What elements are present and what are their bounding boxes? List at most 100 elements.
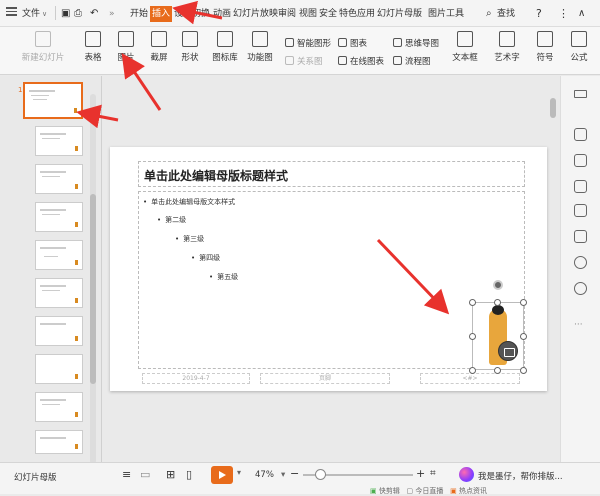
copy-icon[interactable]: [574, 128, 587, 141]
save-icon[interactable]: ▣: [61, 6, 70, 22]
new-master-button[interactable]: 新建幻灯片: [20, 31, 66, 63]
notes-icon[interactable]: ≡: [122, 468, 131, 481]
resize-handle[interactable]: [520, 367, 527, 374]
online-chart-button[interactable]: 在线图表: [338, 55, 384, 67]
tab-view[interactable]: 视图: [299, 6, 317, 22]
style-icon[interactable]: [574, 180, 587, 193]
resize-handle[interactable]: [469, 299, 476, 306]
tab-transition[interactable]: 切换: [192, 6, 210, 22]
tab-design[interactable]: 设计: [174, 6, 192, 22]
layout-thumbnail[interactable]: [35, 164, 83, 194]
more-icon[interactable]: ⋮: [558, 6, 569, 22]
camera-icon[interactable]: [498, 341, 518, 361]
zoom-dropdown-icon[interactable]: ▾: [281, 470, 285, 480]
zoom-out-button[interactable]: −: [290, 467, 299, 480]
resize-handle[interactable]: [494, 367, 501, 374]
resize-handle[interactable]: [469, 367, 476, 374]
collapse-icon[interactable]: ∧: [578, 6, 585, 22]
ribbon: 新建幻灯片 表格 图片 截屏 形状 图标库 功能图 智能图形 图表 关系图 在线…: [0, 27, 600, 75]
selected-picture[interactable]: [472, 302, 524, 370]
zoom-level[interactable]: 47%: [255, 470, 274, 480]
tab-animation[interactable]: 动画: [213, 6, 231, 22]
help-circle-icon[interactable]: [574, 282, 587, 295]
footer-date[interactable]: 2019-4-7: [142, 373, 250, 384]
more-quick-icon[interactable]: »: [109, 6, 115, 22]
more-dots-icon[interactable]: ···: [574, 320, 583, 330]
resize-handle[interactable]: [520, 299, 527, 306]
function-graph-button[interactable]: 功能图: [244, 31, 276, 63]
shape-icon: [182, 31, 198, 47]
layout-thumbnail[interactable]: [35, 202, 83, 232]
textbox-button[interactable]: 文本框: [450, 31, 480, 63]
tab-security[interactable]: 安全: [319, 6, 337, 22]
scissors-icon: [151, 31, 167, 47]
smart-art-button[interactable]: 智能图形: [285, 37, 331, 49]
wordart-button[interactable]: 艺术字: [490, 31, 524, 63]
shape-tool-icon[interactable]: [574, 154, 587, 167]
resize-handle[interactable]: [520, 333, 527, 340]
tab-home[interactable]: 开始: [130, 6, 148, 22]
help-icon[interactable]: ?: [536, 6, 542, 22]
tab-slideshow[interactable]: 幻灯片放映: [233, 6, 278, 22]
master-slide: 单击此处编辑母版标题样式 单击此处编辑母版文本样式 第二级 第三级 第四级 第五…: [110, 147, 547, 391]
body-placeholder[interactable]: 单击此处编辑母版文本样式 第二级 第三级 第四级 第五级: [138, 191, 525, 369]
layout-thumbnail[interactable]: [35, 240, 83, 270]
mindmap-button[interactable]: 思维导图: [393, 37, 439, 49]
assistant-widget[interactable]: 我是墨仔，帮你排版...: [459, 466, 589, 484]
layout-thumbnail[interactable]: [35, 126, 83, 156]
zoom-in-button[interactable]: +: [416, 467, 425, 480]
layout-thumbnail[interactable]: [35, 316, 83, 346]
flowchart-button[interactable]: 流程图: [393, 55, 431, 67]
hamburger-icon[interactable]: [6, 7, 17, 16]
play-button[interactable]: [211, 466, 233, 484]
formula-button[interactable]: 公式: [566, 31, 592, 63]
picture-button[interactable]: 图片: [113, 31, 139, 63]
normal-view-icon[interactable]: ▭: [140, 468, 150, 481]
tab-insert[interactable]: 插入: [150, 6, 173, 22]
print-icon[interactable]: ⎙: [74, 6, 82, 22]
layout-thumbnail[interactable]: [35, 392, 83, 422]
slides-scrollbar[interactable]: [90, 94, 96, 464]
tab-special[interactable]: 特色应用: [339, 6, 375, 22]
online-chart-icon: [338, 56, 347, 65]
layout-thumbnail[interactable]: [35, 278, 83, 308]
assistant-label: 我是墨仔，帮你排版...: [478, 472, 563, 482]
title-placeholder[interactable]: 单击此处编辑母版标题样式: [138, 161, 525, 187]
resize-handle[interactable]: [469, 333, 476, 340]
bullet-level-2: 第二级: [157, 215, 186, 225]
search-icon[interactable]: ⌕: [486, 6, 492, 22]
screenshot-button[interactable]: 截屏: [146, 31, 172, 63]
layout-thumbnail[interactable]: [35, 430, 83, 454]
master-thumbnail[interactable]: [23, 82, 83, 119]
play-dropdown-icon[interactable]: ▾: [237, 468, 241, 477]
file-menu[interactable]: 文件: [22, 6, 40, 22]
chevron-down-icon[interactable]: ∨: [42, 6, 47, 22]
sorter-view-icon[interactable]: ⊞: [166, 468, 175, 481]
image-tool-icon[interactable]: [574, 204, 587, 217]
canvas-scrollbar[interactable]: [549, 90, 557, 450]
share-icon[interactable]: [574, 230, 587, 243]
table-button[interactable]: 表格: [80, 31, 106, 63]
table-icon: [85, 31, 101, 47]
resize-handle[interactable]: [494, 299, 501, 306]
icon-library-button[interactable]: 图标库: [210, 31, 240, 63]
undo-icon[interactable]: ↶: [90, 6, 98, 22]
footer-text[interactable]: 页脚: [260, 373, 390, 384]
history-icon[interactable]: [574, 256, 587, 269]
rotate-handle-icon[interactable]: [493, 280, 503, 290]
chart-button[interactable]: 图表: [338, 37, 367, 49]
shape-button[interactable]: 形状: [177, 31, 203, 63]
fit-window-icon[interactable]: ⌗: [430, 468, 436, 479]
zoom-slider-knob[interactable]: [315, 469, 326, 480]
cursor-icon[interactable]: [574, 90, 587, 98]
footer-slide-number[interactable]: <#>: [420, 373, 520, 384]
relation-button[interactable]: 关系图: [285, 55, 323, 67]
tab-picture-tools[interactable]: 图片工具: [428, 6, 464, 22]
symbol-button[interactable]: 符号: [532, 31, 558, 63]
tab-slide-master[interactable]: 幻灯片母版: [377, 6, 422, 22]
layout-thumbnail[interactable]: [35, 354, 83, 384]
tab-review[interactable]: 审阅: [278, 6, 296, 22]
reading-view-icon[interactable]: ▯: [186, 468, 192, 481]
search-label[interactable]: 查找: [497, 6, 515, 22]
slide-number: 1: [18, 86, 23, 94]
